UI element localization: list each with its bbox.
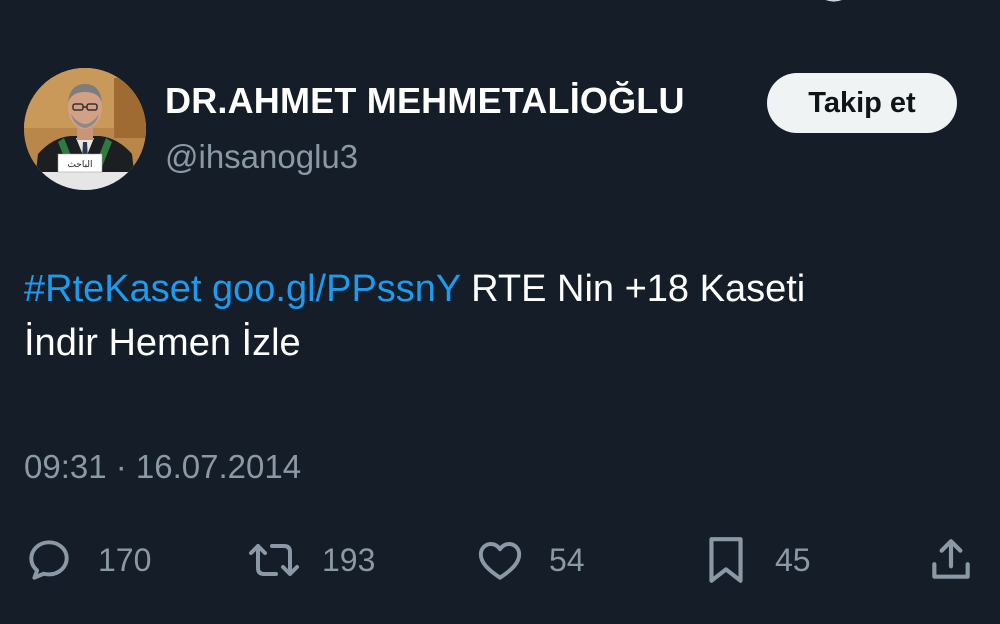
user-handle[interactable]: @ihsanoglu3 — [165, 138, 358, 176]
follow-button[interactable]: Takip et — [767, 73, 957, 133]
retweet-count: 193 — [322, 541, 376, 578]
tweet-timestamp[interactable]: 09:31 · 16.07.2014 — [24, 448, 301, 486]
avatar[interactable]: الباحث — [24, 68, 146, 190]
url-link[interactable]: goo.gl/PPssnY — [212, 268, 461, 310]
like-button[interactable]: 54 — [475, 530, 585, 590]
reply-button[interactable]: 170 — [24, 530, 151, 590]
tweet-text-line2: İndir Hemen İzle — [24, 322, 301, 364]
bookmark-icon — [709, 537, 743, 583]
share-button[interactable] — [926, 530, 976, 590]
profile-photo: الباحث — [24, 68, 146, 190]
action-bar: 170 193 54 45 — [0, 530, 1000, 590]
reply-icon — [29, 540, 69, 580]
hashtag-link[interactable]: #RteKaset — [24, 268, 201, 310]
bookmark-count: 45 — [775, 541, 811, 578]
bookmark-button[interactable]: 45 — [701, 530, 811, 590]
partial-icon-top-edge — [825, 0, 842, 2]
avatar-nameplate-text: الباحث — [67, 160, 92, 170]
retweet-icon — [249, 544, 299, 576]
retweet-button[interactable]: 193 — [246, 530, 375, 590]
tweet-text-line1: RTE Nin +18 Kaseti — [460, 268, 806, 310]
reply-count: 170 — [98, 541, 152, 578]
heart-icon — [478, 541, 522, 580]
tweet-text: #RteKaset goo.gl/PPssnY RTE Nin +18 Kase… — [24, 262, 974, 370]
like-count: 54 — [549, 541, 585, 578]
share-icon — [932, 539, 970, 579]
user-display-name[interactable]: DR.AHMET MEHMETALİOĞLU — [165, 80, 685, 122]
